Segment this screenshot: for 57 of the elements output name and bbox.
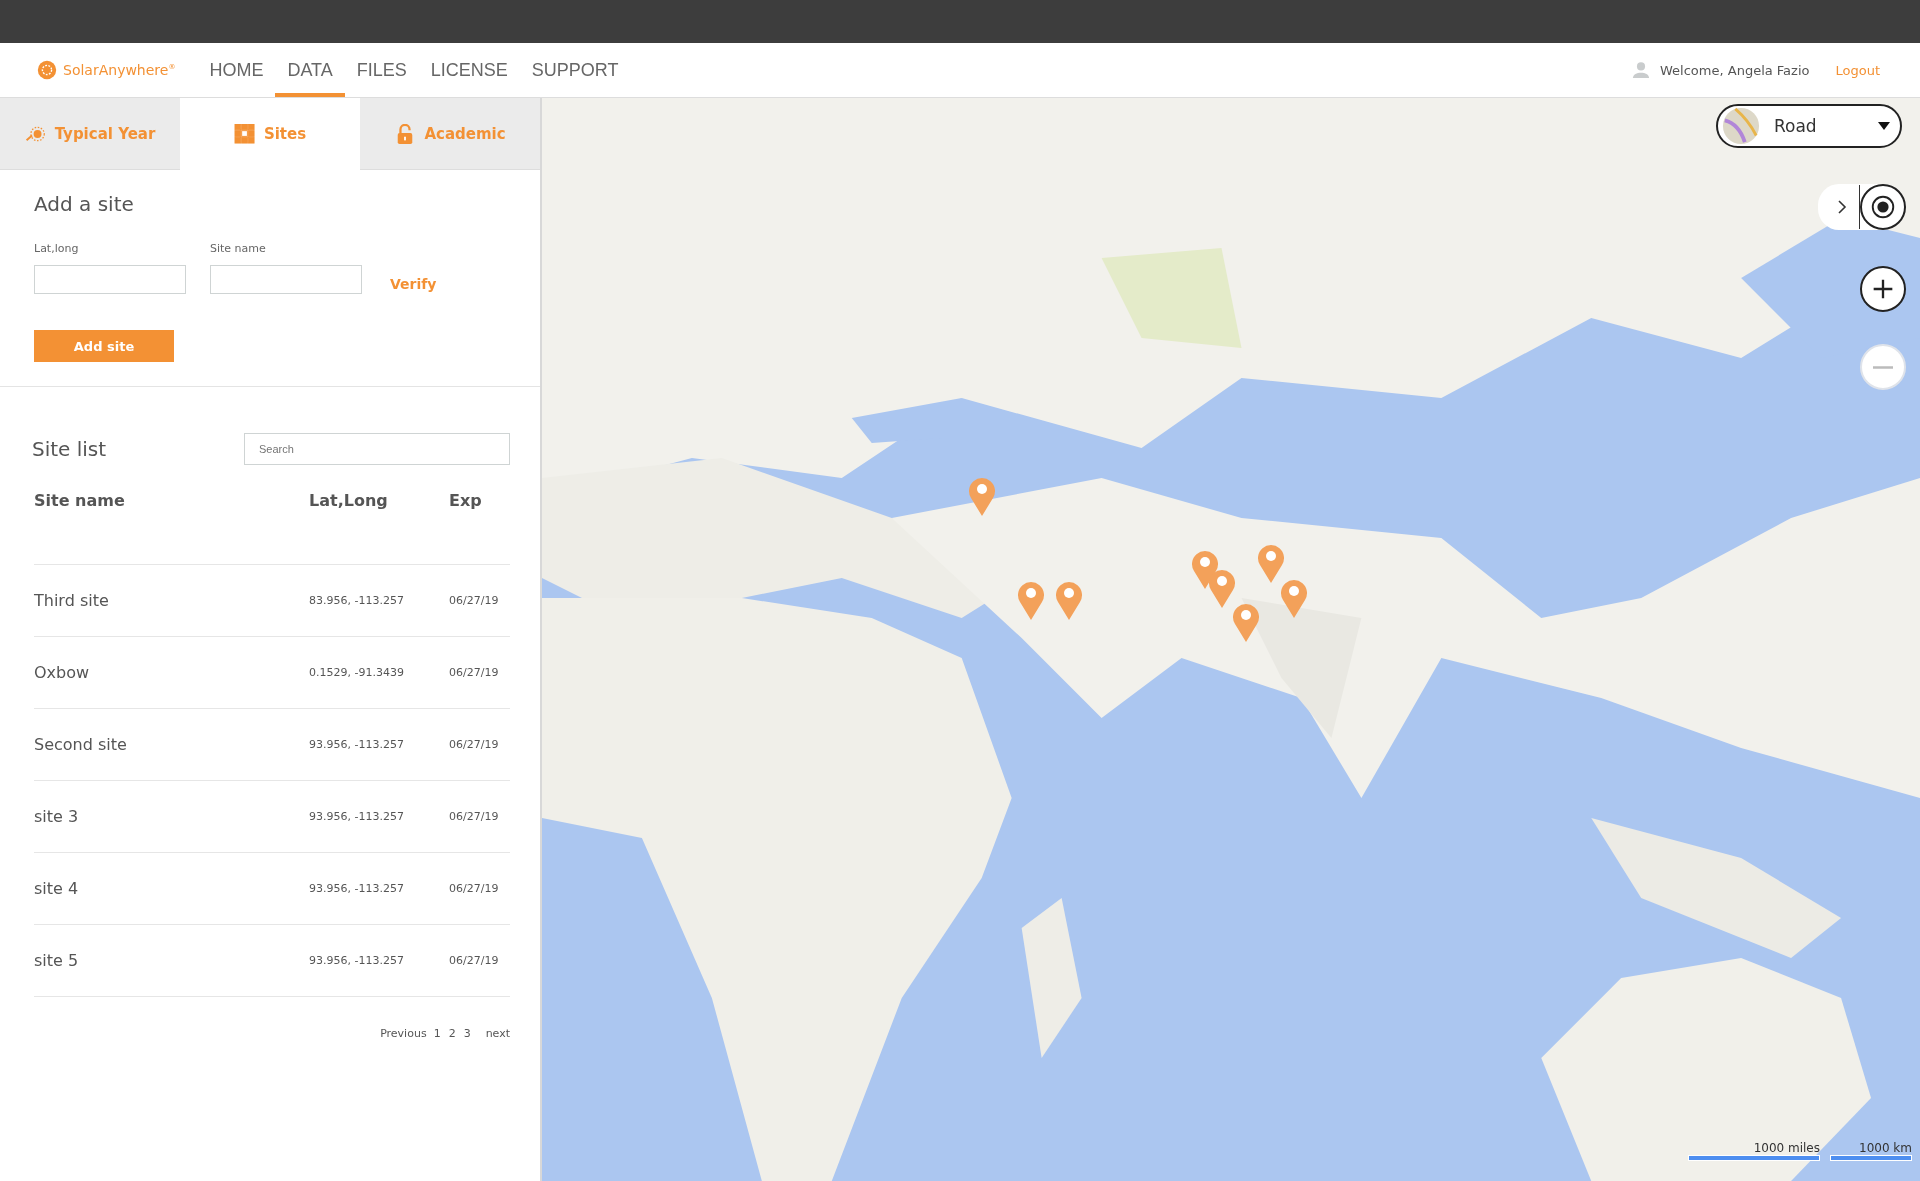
chevron-right-icon	[1836, 199, 1847, 215]
site-name-cell[interactable]: Oxbow	[34, 663, 309, 682]
section-title: Add a site	[34, 192, 135, 216]
site-name-cell[interactable]: Third site	[34, 591, 309, 610]
map-style-dropdown[interactable]: Road	[1716, 104, 1902, 148]
latlong-cell-text: 93.956, -113.257	[309, 810, 405, 823]
nav-link[interactable]: HOME	[197, 43, 276, 97]
scale-bar: 1000 miles	[1690, 1141, 1820, 1161]
section-title: Site list	[32, 437, 107, 461]
minus-icon	[1873, 365, 1893, 369]
latlong-input[interactable]	[34, 265, 186, 294]
column-header: Lat,Long	[309, 491, 389, 510]
nav-link[interactable]: LICENSE	[418, 43, 520, 97]
map-pin-icon[interactable]	[1017, 580, 1045, 620]
caret-icon	[1878, 122, 1890, 130]
scale-bar: 1000 km	[1832, 1141, 1912, 1161]
nav-link[interactable]: SUPPORT	[519, 43, 631, 97]
field-label: Lat,long	[34, 242, 80, 255]
road-map-icon	[1722, 107, 1760, 145]
sun-logo-icon	[36, 59, 58, 81]
site-name-cell[interactable]: Second site	[34, 735, 309, 754]
next-link[interactable]: next	[485, 1027, 510, 1040]
map-pin-icon[interactable]	[1055, 580, 1083, 620]
map-pin-icon[interactable]	[1232, 602, 1260, 642]
column-header: Exp	[449, 491, 483, 510]
column-header: Site name	[34, 491, 126, 510]
target-icon	[1869, 193, 1897, 221]
user-icon	[1632, 61, 1650, 79]
latlong-cell-text: 93.956, -113.257	[309, 738, 405, 751]
map-pin-icon[interactable]	[1208, 568, 1236, 608]
grid-icon	[233, 124, 256, 144]
previous-link[interactable]: Previous	[380, 1027, 427, 1040]
map-pin-icon[interactable]	[968, 476, 996, 516]
exp-date-cell-text: 06/27/19	[449, 738, 500, 751]
latlong-cell-text: 83.956, -113.257	[309, 594, 405, 607]
latlong-cell-text: 93.956, -113.257	[309, 882, 405, 895]
exp-date-cell-text: 06/27/19	[449, 882, 500, 895]
latlong-cell-text: 0.1529, -91.3439	[309, 666, 405, 679]
map-pin-icon[interactable]	[1257, 543, 1285, 583]
welcome-text: Welcome, Angela Fazio	[1660, 62, 1810, 78]
exp-date-cell-text: 06/27/19	[449, 810, 500, 823]
nav-link[interactable]: FILES	[344, 43, 419, 97]
exp-date-cell-text: 06/27/19	[449, 666, 500, 679]
page-link[interactable]: 1	[433, 1027, 441, 1040]
page-link[interactable]: 3	[463, 1027, 471, 1040]
locate-button[interactable]	[1860, 184, 1906, 230]
field-label: Site name	[210, 242, 267, 255]
site-name-cell[interactable]: site 3	[34, 807, 309, 826]
page-link[interactable]: 2	[448, 1027, 456, 1040]
site-name-cell[interactable]: site 4	[34, 879, 309, 898]
exp-date-cell-text: 06/27/19	[449, 954, 500, 967]
search-field[interactable]: Search	[244, 433, 510, 465]
latlong-cell-text: 93.956, -113.257	[309, 954, 405, 967]
site-name-cell[interactable]: site 5	[34, 951, 309, 970]
site-name-input[interactable]	[210, 265, 362, 294]
map-pin-icon[interactable]	[1280, 578, 1308, 618]
exp-date-cell-text: 06/27/19	[449, 594, 500, 607]
